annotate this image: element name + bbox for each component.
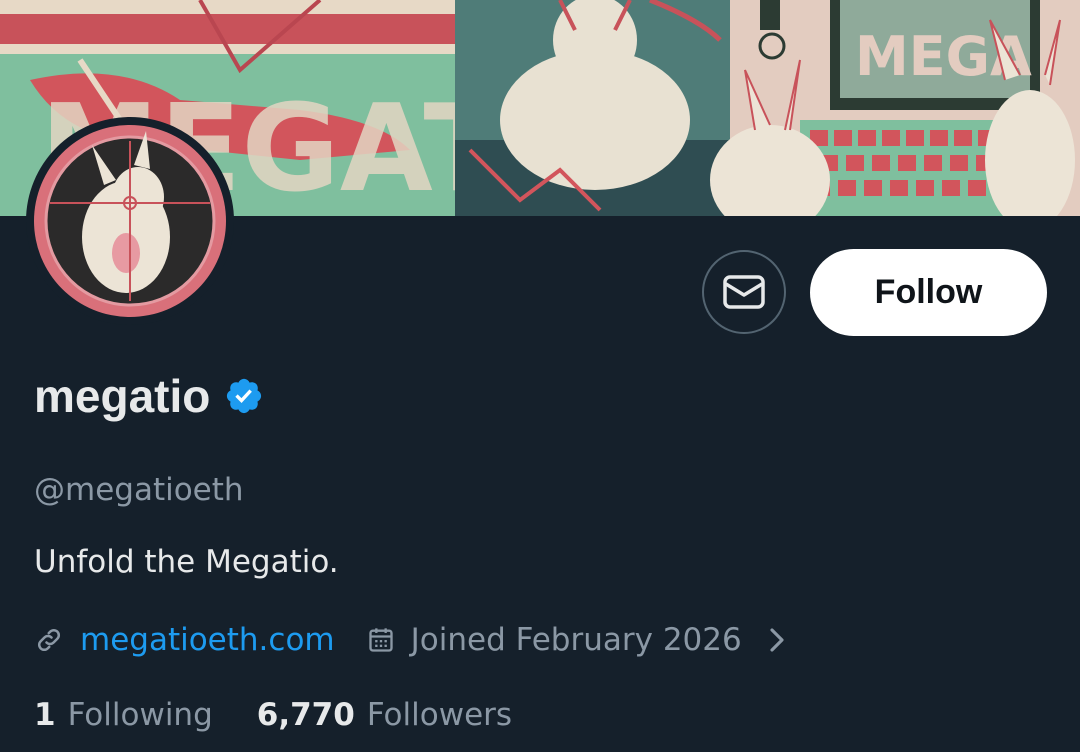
message-button[interactable]: [702, 250, 786, 334]
envelope-icon: [723, 275, 765, 309]
profile-page: MEGATIO MEGA TIO: [0, 0, 1080, 752]
link-icon: [34, 625, 64, 655]
following-stat[interactable]: 1 Following: [34, 695, 213, 735]
handle: @megatioeth: [34, 472, 244, 508]
calendar-icon: [367, 626, 395, 654]
bio: Unfold the Megatio.: [34, 544, 339, 580]
following-count: 1: [34, 697, 56, 733]
following-label: Following: [67, 697, 213, 733]
verified-badge-icon[interactable]: [224, 376, 264, 416]
follow-button[interactable]: Follow: [810, 249, 1047, 336]
chevron-right-icon[interactable]: [766, 625, 788, 655]
website-link[interactable]: megatioeth.com: [80, 622, 335, 658]
profile-meta: megatioeth.com Joined February 2026: [34, 619, 788, 661]
followers-count: 6,770: [256, 697, 355, 733]
followers-stat[interactable]: 6,770 Followers: [257, 695, 512, 735]
display-name: megatio: [34, 370, 211, 422]
name-row: megatio: [34, 368, 264, 424]
avatar-image: [34, 125, 226, 317]
followers-label: Followers: [366, 697, 513, 733]
avatar[interactable]: [26, 117, 234, 325]
joined-date: Joined February 2026: [410, 622, 742, 658]
banner-text-right: MEGA TIO: [855, 25, 1080, 88]
profile-stats: 1 Following 6,770 Followers: [34, 695, 512, 735]
